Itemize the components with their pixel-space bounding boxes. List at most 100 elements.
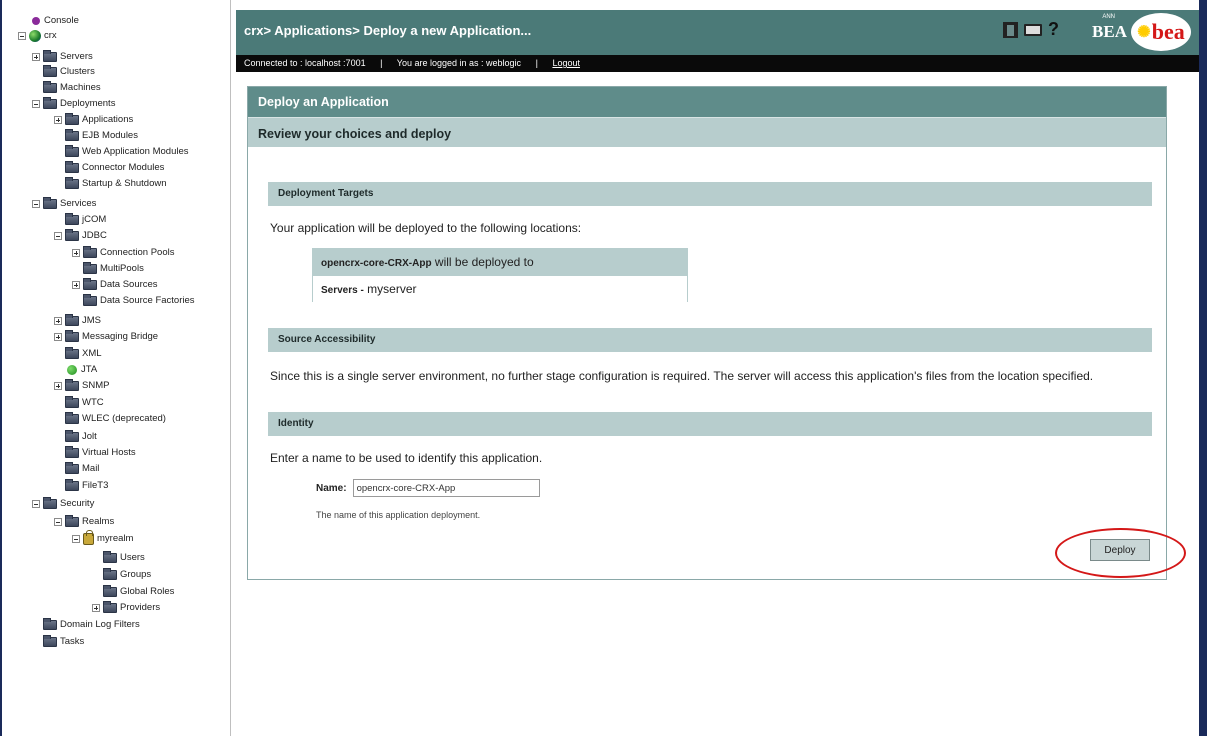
folder-icon [65,346,79,359]
tree-item-virtual-hosts[interactable]: Virtual Hosts [65,445,136,460]
collapse-icon[interactable] [32,499,40,508]
expand-icon[interactable] [72,248,80,257]
collapse-icon[interactable] [54,517,62,526]
tree-item-ejb-modules[interactable]: EJB Modules [65,128,138,143]
home-icon[interactable] [1003,21,1018,38]
tree-item-startup-shutdown[interactable]: Startup & Shutdown [65,176,167,191]
separator: | [535,58,538,68]
login-status: You are logged in as : weblogic [396,58,522,68]
folder-icon [65,112,79,125]
identity-description: Enter a name to be used to identify this… [270,451,543,465]
collapse-icon[interactable] [32,99,40,108]
tree-item-jcom[interactable]: jCOM [65,212,106,227]
logout-link[interactable]: Logout [552,58,580,68]
tree-item-machines[interactable]: Machines [43,80,101,95]
tree-item-deployments[interactable]: Deployments [32,96,115,111]
tree-divider [230,0,236,736]
tree-item-servers[interactable]: Servers [32,49,93,64]
folder-icon [43,196,57,209]
folder-icon [83,245,97,258]
tree-item-data-source-factories[interactable]: Data Source Factories [83,293,195,308]
folder-icon [103,600,117,613]
tree-item-clusters[interactable]: Clusters [43,64,95,79]
expand-icon[interactable] [72,280,80,289]
tree-item-web-application-modules[interactable]: Web Application Modules [65,144,189,159]
expand-icon[interactable] [54,332,62,341]
tree-item-connection-pools[interactable]: Connection Pools [72,245,174,260]
help-icon[interactable]: ? [1048,19,1059,40]
expand-icon[interactable] [54,115,62,124]
folder-icon [43,617,57,630]
collapse-icon[interactable] [18,31,26,40]
tree-item-global-roles[interactable]: Global Roles [103,584,174,599]
navigation-tree: Console crx Servers Clusters Machines De… [0,0,230,736]
tree-item-providers[interactable]: Providers [92,600,160,615]
name-help-text: The name of this application deployment. [316,510,481,520]
expand-icon[interactable] [32,52,40,61]
tree-item-realms[interactable]: Realms [54,514,114,529]
globe-icon [29,29,41,42]
expand-icon[interactable] [54,381,62,390]
tree-item-xml[interactable]: XML [65,346,102,361]
tree-item-label: Realms [82,516,115,527]
tree-item-jolt[interactable]: Jolt [65,429,97,444]
tree-item-connector-modules[interactable]: Connector Modules [65,160,164,175]
tree-item-jms[interactable]: JMS [54,313,101,328]
tree-item-label: WLEC (deprecated) [82,413,166,424]
folder-icon [43,496,57,509]
name-input[interactable] [352,479,540,497]
tree-item-security[interactable]: Security [32,496,94,511]
expand-icon[interactable] [54,316,62,325]
tree-item-crx[interactable]: crx [18,28,57,43]
tree-item-label: Connector Modules [82,162,165,173]
tree-item-label: FileT3 [82,480,109,491]
deploy-suffix: will be deployed to [434,255,534,269]
monitor-icon[interactable] [1024,23,1042,36]
tree-item-multipools[interactable]: MultiPools [83,261,144,276]
tree-item-label: Mail [82,463,100,474]
tree-item-applications[interactable]: Applications [54,112,133,127]
tree-item-label: Jolt [82,431,97,442]
tree-item-groups[interactable]: Groups [103,567,151,582]
tree-item-domain-log-filters[interactable]: Domain Log Filters [43,617,140,632]
tree-item-users[interactable]: Users [103,550,145,565]
collapse-icon[interactable] [54,231,62,240]
tree-item-label: Services [60,198,97,209]
folder-icon [43,64,57,77]
tree-item-jta[interactable]: JTA [67,362,97,377]
tree-item-label: Machines [60,82,101,93]
lock-icon [83,529,94,545]
tree-item-label: Console [44,15,79,26]
separator: | [380,58,383,68]
folder-icon [65,395,79,408]
logo-text: bea [1151,19,1185,44]
folder-icon [43,49,57,62]
tree-item-wlec[interactable]: WLEC (deprecated) [65,411,166,426]
connection-status: Connected to : localhost :7001 [244,58,366,68]
targets-table-row: Servers - myserver [313,276,687,302]
console-dot-icon [32,16,40,25]
collapse-icon[interactable] [72,534,80,543]
section-source-accessibility: Source Accessibility [268,328,1152,352]
tree-item-wtc[interactable]: WTC [65,395,104,410]
brand-text: BEA [1092,22,1127,41]
tree-item-services[interactable]: Services [32,196,96,211]
tree-item-myrealm[interactable]: myrealm [72,529,133,546]
collapse-icon[interactable] [32,199,40,208]
breadcrumb: crx> Applications> Deploy a new Applicat… [244,23,532,38]
tree-item-console[interactable]: Console [32,13,79,28]
tree-item-filet3[interactable]: FileT3 [65,478,108,493]
tree-item-label: WTC [82,397,104,408]
tree-item-mail[interactable]: Mail [65,461,99,476]
tree-item-snmp[interactable]: SNMP [54,378,109,393]
deploy-button[interactable]: Deploy [1090,539,1150,561]
folder-icon [103,584,117,597]
app-name: opencrx-core-CRX-App [321,258,432,269]
expand-icon[interactable] [92,603,100,612]
tree-item-messaging-bridge[interactable]: Messaging Bridge [54,329,158,344]
folder-icon [65,378,79,391]
tree-item-jdbc[interactable]: JDBC [54,228,107,243]
tree-item-tasks[interactable]: Tasks [43,634,84,649]
tree-item-label: Deployments [60,98,116,109]
tree-item-data-sources[interactable]: Data Sources [72,277,158,292]
